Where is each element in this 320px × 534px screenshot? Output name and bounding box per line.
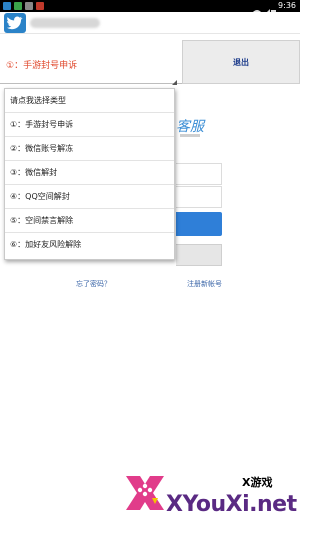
type-dropdown-menu: 请点我选择类型 ①：手游封号申诉 ②：微信账号解冻 ③：微信解封 ④：QQ空间解… [4,88,175,260]
type-selector-row: ①：手游封号申诉 退出 [0,34,300,88]
dropdown-item[interactable]: ②：微信账号解冻 [5,137,174,161]
shield-icon [36,2,44,10]
logout-button[interactable]: 退出 [182,40,300,84]
download-icon [25,2,33,10]
dropdown-item[interactable]: ⑥：加好友风险解除 [5,233,174,257]
dropdown-item[interactable]: ①：手游封号申诉 [5,113,174,137]
login-button[interactable] [176,212,222,236]
notification-icon [3,2,11,10]
secondary-button[interactable] [176,244,222,266]
watermark-logo-icon [120,468,170,518]
dropdown-caret-icon [172,80,177,85]
battery-icon [271,2,276,17]
appeal-type-select[interactable]: ①：手游封号申诉 [0,40,182,85]
app-icon [14,2,22,10]
service-subtitle [180,134,200,137]
watermark-text: XYouXi.net [166,492,297,517]
account-input[interactable] [176,163,222,185]
wifi-icon [253,2,261,17]
dropdown-item[interactable]: ④：QQ空间解封 [5,185,174,209]
clock: 9:36 [278,1,296,10]
service-title: 客服 [176,119,204,135]
status-bar: 9:36 [0,0,300,17]
dropdown-item[interactable]: ③：微信解封 [5,161,174,185]
twitter-bird-icon[interactable] [4,13,26,33]
forgot-password-link[interactable]: 忘了密码？ [76,279,111,289]
password-input[interactable] [176,186,222,208]
signal-icon [262,2,270,17]
app-title-bar [0,12,300,34]
blurred-title [30,18,100,28]
dropdown-item[interactable]: ⑤：空间禁言解除 [5,209,174,233]
dropdown-header[interactable]: 请点我选择类型 [5,89,174,113]
selected-type-label: ①：手游封号申诉 [6,61,78,71]
register-link[interactable]: 注册新帐号 [187,279,222,289]
watermark-subtitle: X游戏 [242,476,273,489]
